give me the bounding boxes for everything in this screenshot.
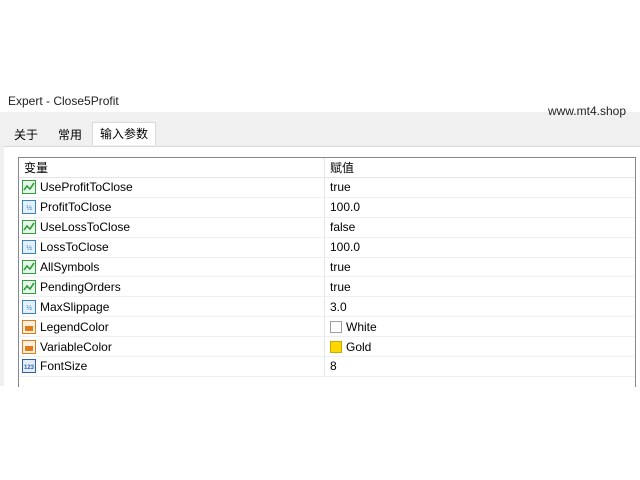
param-value: 100.0 [330, 200, 361, 215]
color-swatch [330, 320, 342, 333]
table-header-row: 变量 赋值 [19, 158, 635, 178]
param-value: White [346, 319, 377, 334]
param-value-cell[interactable]: 8 [325, 357, 635, 376]
param-value-cell[interactable]: 100.0 [325, 198, 635, 217]
param-value: 3.0 [330, 299, 347, 314]
svg-text:½: ½ [26, 304, 32, 312]
tab-about[interactable]: 关于 [4, 124, 48, 145]
param-value: false [330, 220, 356, 235]
color-icon [22, 319, 36, 334]
param-value-cell[interactable]: false [325, 218, 635, 237]
param-value: 100.0 [330, 240, 361, 255]
title-bar[interactable]: Expert - Close5Profit www.mt4.shop [0, 88, 640, 118]
param-name-cell[interactable]: PendingOrders [19, 277, 325, 297]
param-value-cell[interactable]: true [325, 277, 635, 296]
double-icon: ½ [22, 299, 36, 314]
table-row[interactable]: UseLossToClose false [19, 217, 635, 238]
param-name-cell[interactable]: 123 FontSize [19, 357, 325, 376]
watermark-text: www.mt4.shop [547, 104, 626, 118]
param-name: VariableColor [40, 339, 112, 354]
table-row[interactable]: PendingOrders true [19, 277, 635, 298]
param-value-cell[interactable]: 100.0 [325, 238, 635, 257]
table-row[interactable]: ½ ProfitToClose 100.0 [19, 197, 635, 218]
param-value-cell[interactable]: White [325, 317, 635, 336]
param-value: 8 [330, 359, 337, 374]
param-value: true [330, 279, 351, 294]
bool-icon [22, 220, 36, 235]
table-row[interactable]: LegendColor White [19, 317, 635, 338]
param-name: UseProfitToClose [40, 180, 133, 195]
tab-common[interactable]: 常用 [48, 124, 92, 145]
param-name-cell[interactable]: ½ LossToClose [19, 237, 325, 257]
param-name: AllSymbols [40, 260, 100, 274]
param-value-cell[interactable]: true [325, 258, 635, 277]
double-icon: ½ [22, 240, 36, 255]
table-body: UseProfitToClose true ½ ProfitToClose 100.0 U… [19, 178, 635, 377]
column-header-variable[interactable]: 变量 [19, 158, 325, 177]
svg-text:123: 123 [24, 365, 35, 371]
bool-icon [22, 180, 36, 195]
bool-icon [22, 260, 36, 274]
param-name: LossToClose [40, 240, 109, 255]
param-value: true [330, 180, 351, 195]
param-name: PendingOrders [40, 279, 121, 294]
expert-properties-dialog: Expert - Close5Profit www.mt4.shop 关于 常用… [0, 88, 640, 387]
double-icon: ½ [22, 200, 36, 215]
table-row[interactable]: ½ MaxSlippage 3.0 [19, 297, 635, 318]
param-name-cell[interactable]: ½ MaxSlippage [19, 297, 325, 317]
param-value-cell[interactable]: Gold [325, 337, 635, 356]
param-value-cell[interactable]: 3.0 [325, 297, 635, 316]
tab-inputs[interactable]: 输入参数 [92, 122, 157, 145]
svg-text:½: ½ [26, 204, 32, 212]
param-value: true [330, 260, 351, 274]
table-row[interactable]: 123 FontSize 8 [19, 357, 635, 377]
param-name: LegendColor [40, 319, 109, 334]
inputs-panel: 变量 赋值 UseProfitToClose true ½ ProfitToClose… [4, 146, 640, 387]
color-swatch [330, 340, 342, 353]
table-row[interactable]: VariableColor Gold [19, 337, 635, 358]
column-header-value[interactable]: 赋值 [325, 158, 635, 177]
color-icon [22, 339, 36, 354]
param-value: Gold [346, 339, 372, 354]
param-name: ProfitToClose [40, 200, 112, 215]
param-name-cell[interactable]: UseLossToClose [19, 217, 325, 237]
bool-icon [22, 279, 36, 294]
parameters-table: 变量 赋值 UseProfitToClose true ½ ProfitToClose… [18, 157, 636, 387]
window-title: Expert - Close5Profit [8, 94, 119, 108]
param-name-cell[interactable]: VariableColor [19, 337, 325, 357]
table-row[interactable]: UseProfitToClose true [19, 178, 635, 198]
param-name: UseLossToClose [40, 220, 131, 235]
param-name: MaxSlippage [40, 299, 110, 314]
tab-strip: 关于 常用 输入参数 [4, 122, 157, 146]
param-name-cell[interactable]: ½ ProfitToClose [19, 197, 325, 217]
param-name-cell[interactable]: UseProfitToClose [19, 178, 325, 197]
table-row[interactable]: AllSymbols true [19, 257, 635, 278]
param-value-cell[interactable]: true [325, 178, 635, 197]
param-name-cell[interactable]: AllSymbols [19, 257, 325, 277]
svg-text:½: ½ [26, 244, 32, 252]
param-name-cell[interactable]: LegendColor [19, 317, 325, 337]
param-name: FontSize [40, 359, 88, 374]
table-row[interactable]: ½ LossToClose 100.0 [19, 237, 635, 258]
int-icon: 123 [22, 359, 36, 374]
